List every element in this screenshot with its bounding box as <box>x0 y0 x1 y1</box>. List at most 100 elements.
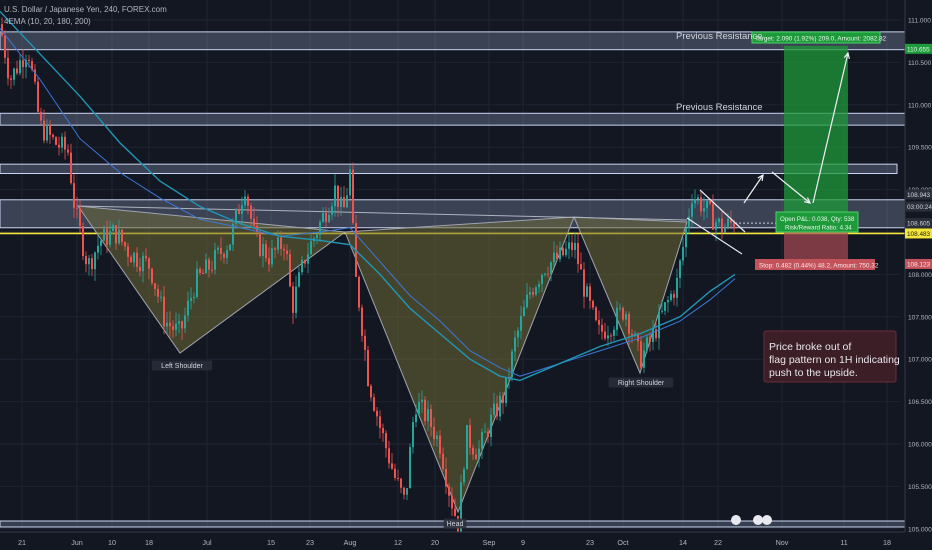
candle-body <box>394 468 396 479</box>
candle-body <box>298 272 300 287</box>
candle-body <box>286 250 288 255</box>
candle-body <box>484 431 486 433</box>
candle-body <box>343 196 345 208</box>
candle-body <box>697 197 699 200</box>
candle-body <box>490 414 492 438</box>
candle-body <box>451 495 453 509</box>
candle-body <box>289 254 291 287</box>
candle-body <box>217 247 219 250</box>
stop-label: Stop: 0.482 (0.44%) 48.2, Amount: 750.32 <box>759 263 879 270</box>
note-line-1: flag pattern on 1H indicating <box>769 354 900 366</box>
candle-body <box>250 205 252 219</box>
candle-body <box>172 326 174 330</box>
candle-body <box>247 196 249 206</box>
candle-body <box>205 259 207 274</box>
candle-body <box>88 258 90 265</box>
y-tick-108.000: 108.000 <box>908 272 932 279</box>
candle-body <box>505 377 507 403</box>
x-tick-7: Aug <box>344 538 357 547</box>
candle-body <box>310 241 312 255</box>
candle-body <box>262 244 264 256</box>
candle-body <box>40 111 42 121</box>
candle-body <box>607 335 609 339</box>
candle-body <box>577 242 579 265</box>
candle-body <box>283 248 285 251</box>
candle-body <box>112 225 114 232</box>
candle-body <box>382 427 384 434</box>
candle-body <box>211 269 213 271</box>
candle-body <box>568 242 570 249</box>
candle-body <box>412 422 414 448</box>
candle-body <box>424 399 426 422</box>
candle-body <box>721 218 723 233</box>
open-pl-label: Open P&L: 0.038, Qty: 538 <box>780 216 855 223</box>
candle-body <box>652 329 654 343</box>
candle-body <box>199 268 201 274</box>
candle-body <box>55 137 57 145</box>
candle-body <box>580 264 582 270</box>
candle-body <box>535 287 537 295</box>
event-icon-2 <box>753 515 763 525</box>
candle-body <box>67 149 69 153</box>
candle-body <box>7 57 9 79</box>
candle-body <box>334 185 336 207</box>
candle-body <box>436 435 438 440</box>
candle-body <box>268 258 270 265</box>
price-label-yellow: 108.483 <box>907 231 931 238</box>
candle-body <box>58 144 60 148</box>
candle-body <box>223 253 225 258</box>
candle-body <box>304 259 306 264</box>
candle-body <box>49 124 51 135</box>
candle-body <box>496 403 498 417</box>
candle-body <box>220 247 222 254</box>
candle-body <box>718 218 720 223</box>
candle-body <box>361 307 363 336</box>
candle-body <box>166 322 168 327</box>
candle-body <box>196 268 198 297</box>
candle-body <box>241 205 243 214</box>
candle-body <box>601 324 603 332</box>
price-chart[interactable]: Target: 2.090 (1.92%) 209.0, Amount: 208… <box>0 0 932 550</box>
candle-body <box>226 250 228 258</box>
candle-body <box>139 266 141 272</box>
candle-body <box>529 292 531 295</box>
candle-body <box>640 341 642 368</box>
candle-body <box>589 286 591 301</box>
indicator-legend[interactable]: 4EMA (10, 20, 180, 200) <box>4 17 91 26</box>
candle-body <box>388 448 390 464</box>
candle-body <box>541 274 543 284</box>
candle-body <box>46 124 48 141</box>
candle-body <box>301 259 303 273</box>
candle-body <box>727 218 729 227</box>
candle-body <box>115 225 117 244</box>
candle-body <box>406 488 408 495</box>
candle-body <box>712 203 714 230</box>
y-tick-107.500: 107.500 <box>908 314 932 321</box>
candle-body <box>244 196 246 206</box>
candle-body <box>706 200 708 209</box>
candle-body <box>127 246 129 257</box>
candle-body <box>598 320 600 325</box>
candle-body <box>610 335 612 337</box>
candle-body <box>352 169 354 224</box>
candle-body <box>571 242 573 250</box>
y-tick-109.500: 109.500 <box>908 145 932 152</box>
candle-body <box>133 252 135 263</box>
candle-body <box>463 469 465 483</box>
candle-body <box>193 296 195 298</box>
candle-body <box>52 134 54 138</box>
resistance-1-label: Previous Resistance <box>676 31 763 42</box>
candle-body <box>724 226 726 233</box>
candle-body <box>277 237 279 250</box>
candle-body <box>400 478 402 488</box>
candle-body <box>379 416 381 428</box>
candle-body <box>322 212 324 222</box>
candle-body <box>157 288 159 297</box>
candle-body <box>181 321 183 329</box>
x-tick-12: 23 <box>586 538 594 547</box>
candle-body <box>145 255 147 259</box>
candle-body <box>475 454 477 460</box>
x-tick-1: Jun <box>71 538 83 547</box>
candle-body <box>34 69 36 82</box>
y-tick-107.000: 107.000 <box>908 357 932 364</box>
